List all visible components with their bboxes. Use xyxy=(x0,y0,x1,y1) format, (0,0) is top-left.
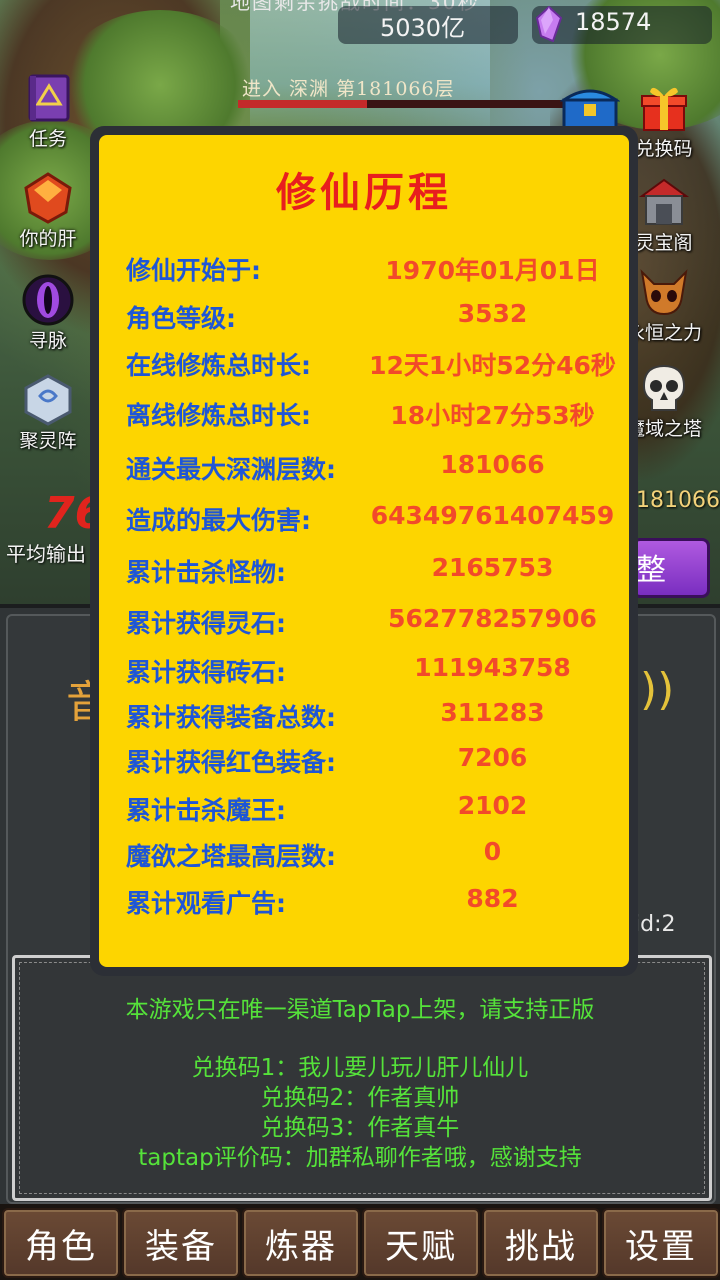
side-item-task[interactable]: 任务 xyxy=(0,72,96,151)
nav-label: 设置 xyxy=(625,1227,697,1267)
abyss-floor-label: 进入 深渊 第181066层 xyxy=(242,78,455,100)
stat-value-level: 3532 xyxy=(457,299,528,328)
notice-redeem-code-2: 兑换码2：作者真帅 xyxy=(260,1085,460,1111)
notice-taptap-code: taptap评价码：加群私聊作者哦，感谢支持 xyxy=(138,1145,582,1171)
stat-label-demon-tower: 魔欲之塔最高层数: xyxy=(126,842,336,871)
nav-label: 角色 xyxy=(25,1227,97,1267)
notice-redeem-code-1: 兑换码1：我儿要儿玩儿肝儿仙儿 xyxy=(191,1055,529,1081)
notice-official-channel: 本游戏只在唯一渠道TapTap上架，请支持正版 xyxy=(125,997,595,1023)
stat-label-ads-watched: 累计观看广告: xyxy=(126,889,286,918)
sound-icon: )) xyxy=(640,664,675,715)
nav-label: 装备 xyxy=(145,1227,217,1267)
stat-value-ads-watched: 882 xyxy=(466,884,519,913)
stat-label-demon-kings: 累计击杀魔王: xyxy=(126,796,286,825)
stat-label-diamonds: 累计获得砖石: xyxy=(126,658,286,687)
server-id: id:2 xyxy=(634,912,676,937)
stat-label-max-abyss: 通关最大深渊层数: xyxy=(126,455,336,484)
stat-value-spirit-stones: 562778257906 xyxy=(388,604,597,633)
nav-equipment-button[interactable]: 装备 xyxy=(122,1208,240,1278)
stat-value-start-date: 1970年01月01日 xyxy=(385,256,600,285)
stat-label-monsters-killed: 累计击杀怪物: xyxy=(126,558,286,587)
notice-redeem-code-3: 兑换码3：作者真牛 xyxy=(260,1115,460,1141)
stat-label-max-damage: 造成的最大伤害: xyxy=(126,506,311,535)
stat-value-red-equipment: 7206 xyxy=(457,743,528,772)
purple-eye-icon xyxy=(22,274,74,326)
stat-label-equipment-total: 累计获得装备总数: xyxy=(126,703,336,732)
stat-value-online-time: 12天1小时52分46秒 xyxy=(369,351,616,380)
demon-skull-icon xyxy=(638,266,690,318)
stat-value-diamonds: 111943758 xyxy=(414,653,571,682)
skull-icon xyxy=(638,362,690,414)
nav-refining-button[interactable]: 炼器 xyxy=(242,1208,360,1278)
treasure-chest-icon xyxy=(559,89,621,130)
stat-value-demon-tower: 0 xyxy=(483,837,502,866)
gem-value: 18574 xyxy=(575,8,652,36)
stat-value-demon-kings: 2102 xyxy=(457,791,528,820)
stat-value-equipment-total: 311283 xyxy=(440,698,545,727)
top-status-bar: 地图剩余挑战时间：30秒 5030亿 18574 xyxy=(0,0,720,48)
gold-value: 5030亿 xyxy=(380,14,466,42)
task-book-icon xyxy=(22,72,74,124)
stat-label-red-equipment: 累计获得红色装备: xyxy=(126,748,336,777)
nav-settings-button[interactable]: 设置 xyxy=(602,1208,720,1278)
adjust-button-label: 整 xyxy=(636,553,666,588)
abyss-progress-fill xyxy=(238,100,367,108)
side-item-liver[interactable]: 你的肝 xyxy=(0,172,96,251)
shop-icon xyxy=(638,176,690,228)
purple-crystal-icon xyxy=(535,6,563,42)
side-item-spirit-array[interactable]: 聚灵阵 xyxy=(0,374,96,453)
dps-label: 平均输出 xyxy=(6,542,86,566)
side-item-label: 任务 xyxy=(28,128,67,150)
side-item-seek-vein[interactable]: 寻脉 xyxy=(0,274,96,353)
nav-character-button[interactable]: 角色 xyxy=(2,1208,120,1278)
nav-challenge-button[interactable]: 挑战 xyxy=(482,1208,600,1278)
side-item-label: 聚灵阵 xyxy=(19,430,77,452)
stat-value-offline-time: 18小时27分53秒 xyxy=(390,401,595,430)
nav-talent-button[interactable]: 天赋 xyxy=(362,1208,480,1278)
nav-label: 炼器 xyxy=(265,1227,337,1267)
side-item-label: 寻脉 xyxy=(28,330,67,352)
nav-label: 天赋 xyxy=(385,1227,457,1267)
stat-value-max-abyss: 181066 xyxy=(440,450,545,479)
gift-box-icon xyxy=(638,82,690,134)
modal-title: 修仙历程 xyxy=(276,170,452,216)
stat-label-start-date: 修仙开始于: xyxy=(126,256,261,285)
stat-label-offline-time: 离线修炼总时长: xyxy=(126,401,311,430)
stat-label-level: 角色等级: xyxy=(126,304,236,333)
stat-label-online-time: 在线修炼总时长: xyxy=(126,351,311,380)
red-gem-icon xyxy=(22,172,74,224)
stat-label-spirit-stones: 累计获得灵石: xyxy=(126,609,286,638)
stat-value-monsters-killed: 2165753 xyxy=(431,553,554,582)
nav-label: 挑战 xyxy=(505,1227,577,1267)
rune-stone-icon xyxy=(22,374,74,426)
stat-value-max-damage: 64349761407459 xyxy=(370,501,615,530)
side-item-label: 你的肝 xyxy=(19,228,77,250)
right-floor-number: 181066 xyxy=(636,488,720,513)
